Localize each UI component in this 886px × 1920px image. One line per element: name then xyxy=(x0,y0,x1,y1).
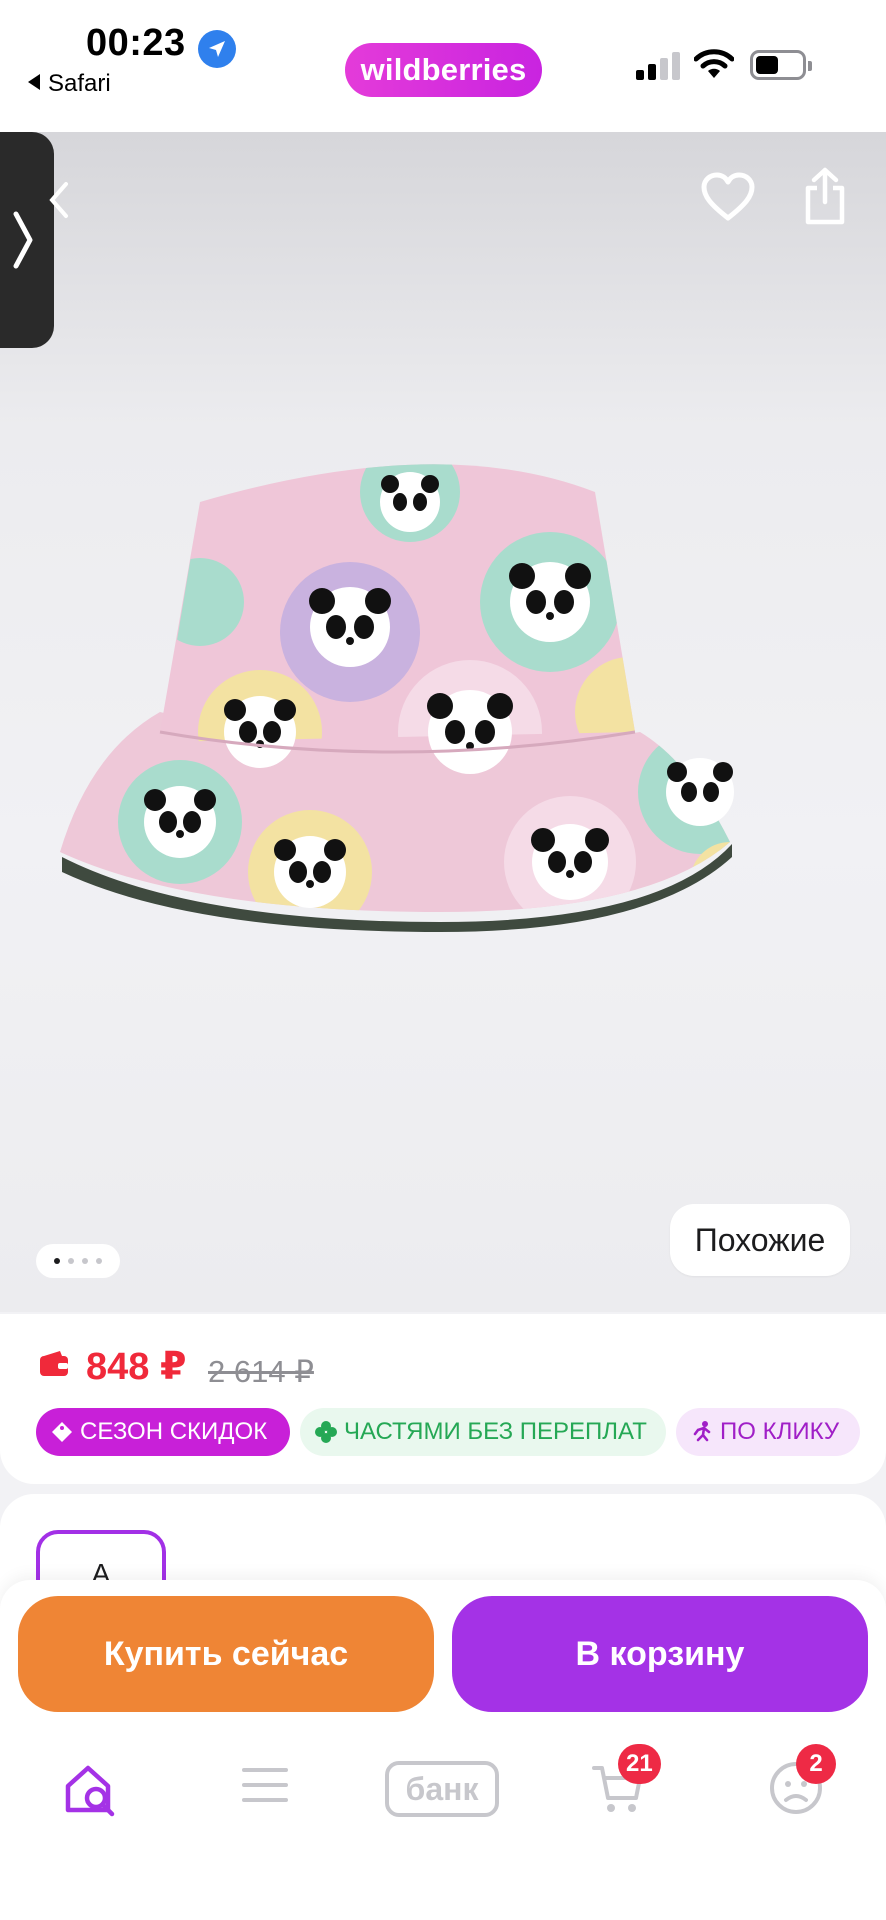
menu-icon xyxy=(242,1768,288,1802)
add-to-cart-button[interactable]: В корзину xyxy=(452,1596,868,1712)
running-man-icon xyxy=(693,1421,711,1442)
bottom-action-bar: Купить сейчас В корзину банк 21 2 xyxy=(0,1580,886,1920)
brand-logo: wildberries xyxy=(345,43,542,97)
price-card: 848 ₽ 2 614 ₽ СЕЗОН СКИДОК ЧАСТЯМИ БЕЗ П… xyxy=(0,1314,886,1484)
home-search-icon xyxy=(65,1765,115,1817)
badge-installments[interactable]: ЧАСТЯМИ БЕЗ ПЕРЕПЛАТ xyxy=(300,1408,666,1456)
wallet-icon xyxy=(40,1351,68,1376)
heart-icon[interactable] xyxy=(700,172,756,222)
back-app-label: Safari xyxy=(48,70,111,97)
chevron-left-icon[interactable] xyxy=(48,180,70,220)
product-page: 00:23 Safari wildberries Похожие 848 ₽ 2… xyxy=(0,0,886,1920)
similar-products-button[interactable]: Похожие xyxy=(670,1204,850,1276)
tag-icon xyxy=(52,1422,72,1442)
status-time: 00:23 xyxy=(86,22,186,64)
cellular-signal-icon xyxy=(636,50,680,80)
back-to-app-link[interactable]: Safari xyxy=(28,70,111,98)
wifi-icon xyxy=(694,49,734,78)
side-panel-handle[interactable] xyxy=(0,132,54,348)
cart-count-badge: 21 xyxy=(618,1744,661,1784)
location-arrow-icon xyxy=(198,30,236,68)
current-price: 848 ₽ xyxy=(86,1346,187,1388)
badge-season-sale[interactable]: СЕЗОН СКИДОК xyxy=(36,1408,290,1456)
bank-logo-icon: банк xyxy=(385,1761,499,1817)
tab-home-search[interactable] xyxy=(62,1760,152,1850)
badge-label: СЕЗОН СКИДОК xyxy=(80,1418,268,1445)
bank-label: банк xyxy=(406,1771,480,1807)
profile-count-badge: 2 xyxy=(796,1744,836,1784)
badge-label: ПО КЛИКУ xyxy=(720,1418,840,1445)
back-triangle-icon xyxy=(28,74,40,90)
old-price: 2 614 ₽ xyxy=(208,1354,314,1389)
product-image[interactable] xyxy=(50,432,850,1112)
tab-catalog[interactable] xyxy=(240,1760,330,1850)
share-icon[interactable] xyxy=(802,166,848,226)
tab-bank[interactable]: банк xyxy=(384,1760,500,1850)
badge-by-click[interactable]: ПО КЛИКУ xyxy=(676,1408,860,1456)
chevron-right-icon xyxy=(13,211,33,269)
product-gallery[interactable]: Похожие xyxy=(0,132,886,1312)
clover-icon xyxy=(315,1421,337,1443)
buy-now-button[interactable]: Купить сейчас xyxy=(18,1596,434,1712)
gallery-pagination xyxy=(36,1244,120,1278)
battery-icon xyxy=(750,50,812,80)
badge-label: ЧАСТЯМИ БЕЗ ПЕРЕПЛАТ xyxy=(344,1418,647,1445)
status-bar: 00:23 Safari wildberries xyxy=(0,0,886,132)
